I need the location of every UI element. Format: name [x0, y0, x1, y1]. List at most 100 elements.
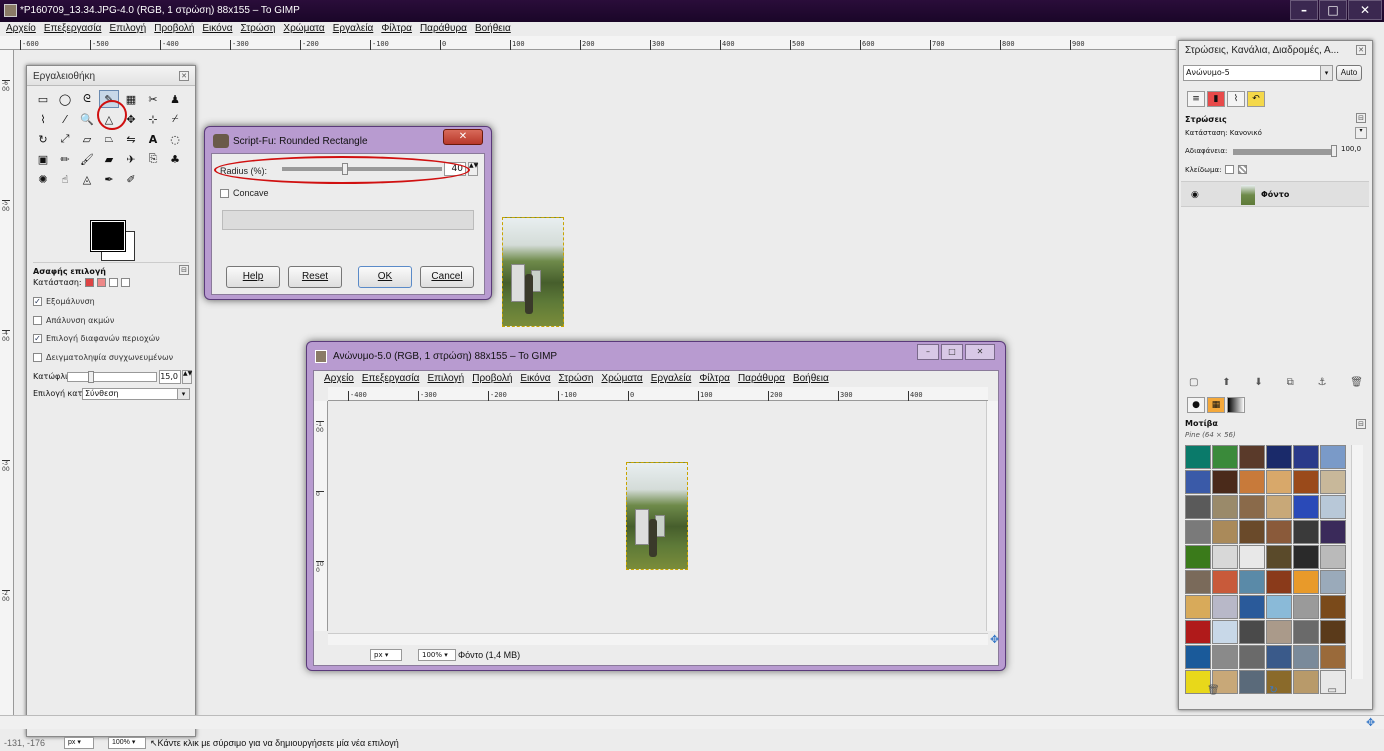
vertical-scrollbar[interactable]: [986, 401, 998, 631]
concave-row[interactable]: Concave: [220, 188, 269, 198]
image-window-minimize-button[interactable]: –: [917, 344, 939, 360]
open-pattern-icon[interactable]: ▭: [1328, 685, 1337, 696]
pattern-swatch[interactable]: [1266, 570, 1292, 594]
pattern-swatch[interactable]: [1266, 545, 1292, 569]
pattern-swatch[interactable]: [1266, 645, 1292, 669]
iw-menu-item-1[interactable]: Επεξεργασία: [362, 372, 420, 386]
menu-item-1[interactable]: Επεξεργασία: [44, 22, 102, 36]
pattern-swatch[interactable]: [1212, 620, 1238, 644]
main-unit-select[interactable]: px ▾: [64, 737, 94, 749]
image-vertical-ruler[interactable]: -100 0 100: [314, 401, 328, 631]
pattern-swatch[interactable]: [1320, 545, 1346, 569]
iw-menu-item-9[interactable]: Παράθυρα: [738, 372, 785, 386]
pattern-swatch[interactable]: [1293, 520, 1319, 544]
airbrush-icon[interactable]: ✈: [121, 150, 141, 168]
sample-merged-checkbox[interactable]: [33, 353, 42, 362]
dock-close-icon[interactable]: ✕: [1356, 45, 1366, 55]
image-window-close-button[interactable]: ✕: [965, 344, 995, 360]
cancel-button[interactable]: Cancel: [420, 266, 474, 288]
patterns-scrollbar[interactable]: [1351, 445, 1363, 679]
close-icon[interactable]: ✕: [179, 71, 189, 81]
smudge-icon[interactable]: ☝: [55, 170, 75, 188]
scale-icon[interactable]: ⤢: [55, 130, 75, 148]
pattern-swatch[interactable]: [1212, 570, 1238, 594]
image-horizontal-ruler[interactable]: -400 -300 -200 -100 0 100 200 300 400: [328, 387, 988, 401]
pattern-swatch[interactable]: [1239, 520, 1265, 544]
mode-intersect-icon[interactable]: [120, 278, 130, 287]
duplicate-layer-icon[interactable]: ⧉: [1287, 377, 1294, 388]
heal-icon[interactable]: ♣: [165, 150, 185, 168]
foreground-select-icon[interactable]: ♟: [165, 90, 185, 108]
free-select-icon[interactable]: ᘓ: [77, 90, 97, 108]
mode-add-icon[interactable]: [96, 278, 106, 287]
pattern-swatch[interactable]: [1320, 495, 1346, 519]
dodge-icon[interactable]: ◬: [77, 170, 97, 188]
transparent-row[interactable]: ✓ Επιλογή διαφανών περιοχών: [33, 334, 160, 343]
pattern-swatch[interactable]: [1185, 620, 1211, 644]
patterns-menu-icon[interactable]: ⊟: [1356, 419, 1366, 429]
menu-item-0[interactable]: Αρχείο: [6, 22, 36, 36]
lock-alpha-checkbox[interactable]: [1238, 165, 1248, 174]
reset-button[interactable]: Reset: [288, 266, 342, 288]
concave-checkbox[interactable]: [220, 188, 229, 198]
mode-value[interactable]: Κανονικό: [1230, 129, 1262, 137]
image-window-maximize-button[interactable]: □: [941, 344, 963, 360]
pattern-swatch[interactable]: [1239, 495, 1265, 519]
mode-subtract-icon[interactable]: [108, 278, 118, 287]
iw-menu-item-7[interactable]: Εργαλεία: [651, 372, 692, 386]
align-icon[interactable]: ⊹: [143, 110, 163, 128]
text-icon[interactable]: A: [143, 130, 163, 148]
layer-name[interactable]: Φόντο: [1261, 190, 1289, 199]
pattern-swatch[interactable]: [1212, 495, 1238, 519]
pattern-swatch[interactable]: [1266, 470, 1292, 494]
pattern-swatch[interactable]: [1185, 645, 1211, 669]
pattern-swatch[interactable]: [1293, 620, 1319, 644]
minimize-button[interactable]: –: [1290, 0, 1318, 20]
threshold-spin-icon[interactable]: ▲▼: [182, 370, 192, 384]
blur-icon[interactable]: ✺: [33, 170, 53, 188]
main-horizontal-scrollbar[interactable]: ✥: [0, 715, 1384, 729]
layer-row[interactable]: ◉ Φόντο: [1181, 181, 1369, 207]
opacity-value[interactable]: 100,0: [1341, 145, 1361, 153]
horizontal-ruler[interactable]: -600 -500 -400 -300 -200 -100 0 100 200 300 400 500…: [0, 36, 1176, 50]
pattern-swatch[interactable]: [1185, 445, 1211, 469]
layers-menu-icon[interactable]: ⊟: [1356, 113, 1366, 123]
foreground-color-swatch[interactable]: [90, 220, 126, 252]
pattern-swatch[interactable]: [1320, 620, 1346, 644]
rect-select-icon[interactable]: ▭: [33, 90, 53, 108]
pattern-swatch[interactable]: [1239, 645, 1265, 669]
antialias-checkbox[interactable]: ✓: [33, 297, 42, 306]
pattern-swatch[interactable]: [1266, 520, 1292, 544]
vertical-ruler[interactable]: -600 -500 -400 -300 -200: [0, 50, 14, 715]
pattern-swatch[interactable]: [1293, 495, 1319, 519]
pattern-swatch[interactable]: [1239, 595, 1265, 619]
help-button[interactable]: Help: [226, 266, 280, 288]
refresh-icon[interactable]: ↻: [1269, 685, 1277, 696]
image-layer[interactable]: [626, 462, 688, 570]
menu-item-4[interactable]: Εικόνα: [202, 22, 232, 36]
pattern-swatch[interactable]: [1212, 545, 1238, 569]
pattern-swatch[interactable]: [1185, 520, 1211, 544]
sample-merged-row[interactable]: Δειγματοληψία συγχωνευμένων: [33, 353, 173, 362]
pattern-swatch[interactable]: [1320, 520, 1346, 544]
eraser-icon[interactable]: ▰: [99, 150, 119, 168]
mypaint-icon[interactable]: ✐: [121, 170, 141, 188]
pattern-swatch[interactable]: [1320, 445, 1346, 469]
scissors-icon[interactable]: ✂: [143, 90, 163, 108]
navigate-icon[interactable]: ✥: [990, 633, 999, 646]
tab-patterns[interactable]: ▦: [1207, 397, 1225, 413]
delete-pattern-icon[interactable]: 🗑: [1207, 685, 1220, 696]
cage-icon[interactable]: ◌: [165, 130, 185, 148]
zoom-select[interactable]: 100% ▾: [418, 649, 456, 661]
pattern-swatch[interactable]: [1320, 595, 1346, 619]
pattern-swatch[interactable]: [1239, 545, 1265, 569]
menu-item-2[interactable]: Επιλογή: [109, 22, 146, 36]
pattern-swatch[interactable]: [1239, 620, 1265, 644]
pattern-swatch[interactable]: [1185, 545, 1211, 569]
pattern-swatch[interactable]: [1293, 545, 1319, 569]
zoom-icon[interactable]: 🔍: [77, 110, 97, 128]
iw-menu-item-0[interactable]: Αρχείο: [324, 372, 354, 386]
main-image-layer[interactable]: [502, 217, 564, 327]
lower-layer-icon[interactable]: ⬇: [1254, 377, 1262, 388]
tool-options-menu-icon[interactable]: ⊟: [179, 265, 189, 275]
